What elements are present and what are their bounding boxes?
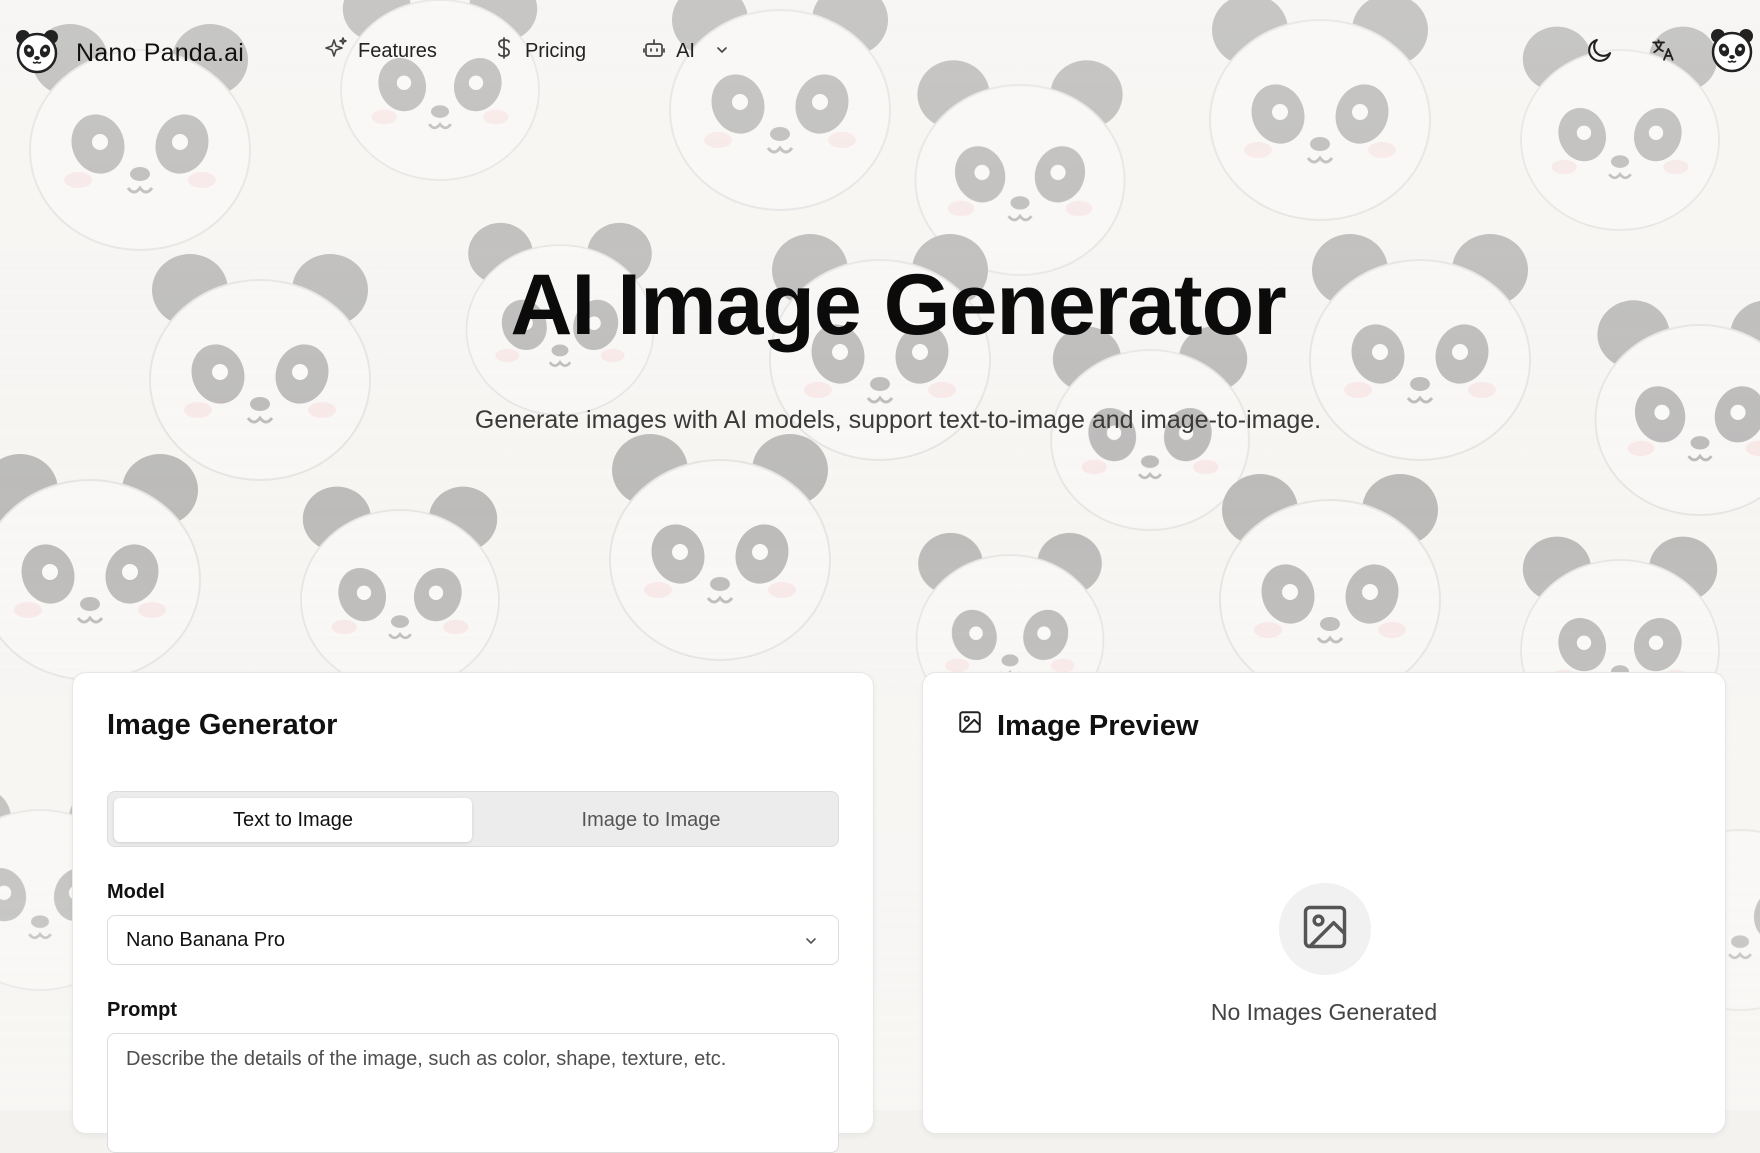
nav-link-features[interactable]: Features xyxy=(324,36,437,66)
image-icon xyxy=(957,709,997,743)
page-title: AI Image Generator xyxy=(510,257,1286,353)
image-preview-header: Image Preview xyxy=(957,709,1199,743)
prompt-textarea[interactable] xyxy=(107,1033,839,1153)
image-preview-card: Image Preview No Images Generated xyxy=(922,672,1726,1134)
moon-icon[interactable] xyxy=(1576,26,1624,74)
image-generator-card: Image Generator Text to Image Image to I… xyxy=(72,672,874,1153)
top-navigation: Nano Panda.ai Features Pricing AI xyxy=(0,0,1760,100)
nav-link-label: Pricing xyxy=(524,39,587,62)
image-preview-title: Image Preview xyxy=(997,709,1199,742)
panda-logo-icon xyxy=(14,28,60,79)
nav-link-pricing[interactable]: Pricing xyxy=(493,36,586,66)
nav-links: Features Pricing AI xyxy=(324,36,795,66)
model-select-value: Nano Banana Pro xyxy=(126,928,286,951)
brand[interactable]: Nano Panda.ai xyxy=(14,28,244,79)
sparkles-icon xyxy=(324,36,358,66)
robot-icon xyxy=(642,36,676,66)
page-subtitle: Generate images with AI models, support … xyxy=(474,406,1322,434)
empty-state-text: No Images Generated xyxy=(1210,999,1438,1025)
nav-link-label: Features xyxy=(358,39,437,62)
nav-actions xyxy=(1576,26,1760,74)
avatar-panda-icon[interactable] xyxy=(1704,26,1760,74)
brand-name: Nano Panda.ai xyxy=(76,39,245,67)
model-label: Model xyxy=(107,881,165,903)
chevron-down-icon xyxy=(715,40,739,63)
model-select[interactable]: Nano Banana Pro xyxy=(107,915,839,965)
prompt-label: Prompt xyxy=(107,999,177,1021)
image-placeholder-icon xyxy=(1299,901,1351,958)
empty-image-placeholder xyxy=(1279,883,1371,975)
nav-link-ai-dropdown[interactable]: AI xyxy=(642,36,739,66)
dollar-icon xyxy=(493,36,525,66)
tab-text-to-image[interactable]: Text to Image xyxy=(114,798,472,842)
image-generator-title: Image Generator xyxy=(107,709,338,741)
generation-mode-tabs: Text to Image Image to Image xyxy=(107,791,839,847)
translate-icon[interactable] xyxy=(1640,26,1688,74)
tab-image-to-image[interactable]: Image to Image xyxy=(472,798,830,842)
nav-link-label: AI xyxy=(676,39,695,62)
